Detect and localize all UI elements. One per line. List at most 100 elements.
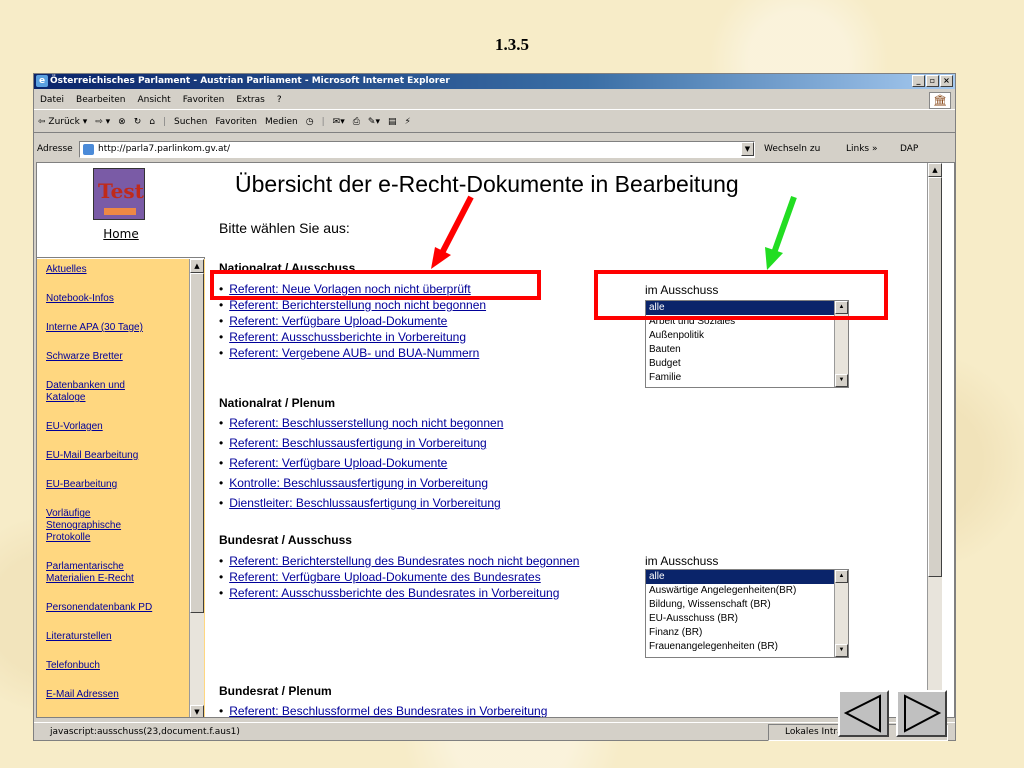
home-link[interactable]: Home [37, 227, 205, 241]
sidebar-item-datenbanken[interactable]: Datenbanken und Kataloge [46, 380, 146, 404]
list-item[interactable]: Referent: Beschlussformel des Bundesrate… [219, 703, 547, 717]
home-icon[interactable]: ⌂ [149, 111, 155, 132]
list-item[interactable]: Kontrolle: Beschlussausfertigung in Vorb… [219, 475, 503, 491]
scroll-down-icon[interactable]: ▼ [835, 644, 848, 657]
listbox-option[interactable]: Frauenangelegenheiten (BR) [646, 640, 848, 654]
sidebar-item-aktuelles[interactable]: Aktuelles [46, 264, 186, 276]
menu-help[interactable]: ? [277, 91, 282, 109]
listbox-option[interactable]: Finanz (BR) [646, 626, 848, 640]
scroll-up-icon[interactable]: ▲ [190, 259, 204, 273]
scroll-down-icon[interactable]: ▼ [835, 374, 848, 387]
sidebar-scrollbar[interactable]: ▲ ▼ [189, 259, 204, 717]
maximize-button[interactable]: ▫ [926, 75, 939, 87]
messenger-icon[interactable]: ⚡ [405, 111, 411, 132]
sidebar-item-email-adressen[interactable]: E-Mail Adressen [46, 689, 186, 701]
next-arrow-icon [904, 694, 942, 733]
br-plenum-links: Referent: Beschlussformel des Bundesrate… [219, 703, 547, 717]
menu-datei[interactable]: Datei [40, 91, 64, 109]
main-scrollbar[interactable]: ▲ [927, 163, 942, 717]
sidebar-item-protokolle[interactable]: Vorläufige Stenographische Protokolle [46, 508, 141, 544]
scroll-up-icon[interactable]: ▲ [835, 570, 848, 583]
sidebar-item-personendatenbank[interactable]: Personendatenbank PD [46, 602, 186, 614]
menu-bearbeiten[interactable]: Bearbeiten [76, 91, 125, 109]
menubar: Datei Bearbeiten Ansicht Favoriten Extra… [34, 91, 955, 110]
scroll-thumb[interactable] [928, 177, 942, 577]
listbox-option[interactable]: EU-Ausschuss (BR) [646, 612, 848, 626]
forward-button[interactable]: ⇨ ▾ [95, 111, 110, 132]
dap-button[interactable]: DAP [900, 140, 918, 159]
sidebar-nav: Aktuelles Notebook-Infos Interne APA (30… [37, 259, 205, 717]
br-ausschuss-links: Referent: Berichterstellung des Bundesra… [219, 553, 579, 601]
refresh-icon[interactable]: ↻ [134, 111, 142, 132]
back-button[interactable]: ⇦ Zurück ▾ [38, 111, 87, 132]
favorites-button[interactable]: Favoriten [215, 111, 257, 132]
mail-icon[interactable]: ✉▾ [333, 111, 345, 132]
menu-extras[interactable]: Extras [236, 91, 264, 109]
menu-favoriten[interactable]: Favoriten [183, 91, 225, 109]
window-title: Österreichisches Parlament - Austrian Pa… [50, 76, 450, 86]
test-logo-text: Test [98, 179, 144, 203]
sidebar-item-eu-mail[interactable]: EU-Mail Bearbeitung [46, 450, 186, 462]
address-label: Adresse [37, 144, 73, 154]
sidebar-item-materialien[interactable]: Parlamentarische Materialien E-Recht [46, 561, 156, 585]
links-button[interactable]: Links » [846, 140, 878, 159]
committee-label-br: im Ausschuss [645, 554, 719, 568]
next-slide-button[interactable] [896, 690, 947, 737]
sidebar-item-eu-vorlagen[interactable]: EU-Vorlagen [46, 421, 186, 433]
list-item[interactable]: Referent: Verfügbare Upload-Dokumente [219, 313, 486, 329]
media-button[interactable]: Medien [265, 111, 298, 132]
history-icon[interactable]: ◷ [306, 111, 314, 132]
sidebar-item-telefonbuch[interactable]: Telefonbuch [46, 660, 186, 672]
scroll-thumb[interactable] [190, 273, 204, 613]
list-item[interactable]: Referent: Verfügbare Upload-Dokumente de… [219, 569, 579, 585]
go-button[interactable]: Wechseln zu [764, 140, 820, 159]
list-item[interactable]: Dienstleiter: Beschlussausfertigung in V… [219, 495, 503, 511]
list-item[interactable]: Referent: Berichterstellung des Bundesra… [219, 553, 579, 569]
listbox-scrollbar[interactable]: ▲ ▼ [834, 570, 848, 657]
sidebar-item-schwarze-bretter[interactable]: Schwarze Bretter [46, 351, 186, 363]
highlight-box-select [594, 270, 888, 320]
page-content: Test Home Aktuelles Notebook-Infos Inter… [36, 162, 955, 718]
test-logo[interactable]: Test [93, 168, 145, 220]
address-dropdown-icon[interactable]: ▼ [741, 142, 754, 156]
list-item[interactable]: Referent: Verfügbare Upload-Dokumente [219, 455, 503, 471]
list-item[interactable]: Referent: Beschlussausfertigung in Vorbe… [219, 435, 503, 451]
listbox-option[interactable]: Außenpolitik [646, 329, 848, 343]
window-titlebar: e Österreichisches Parlament - Austrian … [34, 74, 955, 89]
nr-plenum-links: Referent: Beschlusserstellung noch nicht… [219, 415, 503, 511]
main-frame: Übersicht der e-Recht-Dokumente in Bearb… [207, 163, 942, 717]
listbox-option[interactable]: Auswärtige Angelegenheiten(BR) [646, 584, 848, 598]
search-button[interactable]: Suchen [174, 111, 207, 132]
minimize-button[interactable]: _ [912, 75, 925, 87]
sidebar-item-interne-apa[interactable]: Interne APA (30 Tage) [46, 322, 186, 334]
listbox-option[interactable]: Bauten [646, 343, 848, 357]
statusbar: javascript:ausschuss(23,document.f.aus1)… [34, 722, 955, 741]
listbox-option[interactable]: Bildung, Wissenschaft (BR) [646, 598, 848, 612]
browser-window: e Österreichisches Parlament - Austrian … [33, 73, 956, 741]
section-title-br-plenum: Bundesrat / Plenum [219, 684, 332, 698]
listbox-option[interactable]: alle [646, 570, 848, 584]
scroll-up-icon[interactable]: ▲ [928, 163, 942, 177]
list-item[interactable]: Referent: Ausschussberichte in Vorbereit… [219, 329, 486, 345]
scroll-down-icon[interactable]: ▼ [190, 705, 204, 717]
stop-icon[interactable]: ⊗ [118, 111, 126, 132]
menu-ansicht[interactable]: Ansicht [137, 91, 170, 109]
list-item[interactable]: Referent: Vergebene AUB- und BUA-Nummern [219, 345, 486, 361]
edit-icon[interactable]: ✎▾ [368, 111, 380, 132]
window-controls: _ ▫ × [912, 75, 953, 87]
print-icon[interactable]: ⎙ [353, 111, 360, 132]
list-item[interactable]: Referent: Ausschussberichte des Bundesra… [219, 585, 579, 601]
green-arrow-icon [765, 195, 797, 270]
sidebar-item-eu-bearbeitung[interactable]: EU-Bearbeitung [46, 479, 186, 491]
section-title-nr-plenum: Nationalrat / Plenum [219, 396, 336, 410]
sidebar-item-literaturstellen[interactable]: Literaturstellen [46, 631, 186, 643]
close-button[interactable]: × [940, 75, 953, 87]
listbox-option[interactable]: Budget [646, 357, 848, 371]
prev-slide-button[interactable] [838, 690, 889, 737]
address-input[interactable]: http://parla7.parlinkom.gv.at/ [79, 141, 755, 158]
discuss-icon[interactable]: ▤ [388, 111, 397, 132]
committee-listbox-br[interactable]: alle Auswärtige Angelegenheiten(BR) Bild… [645, 569, 849, 658]
sidebar-item-notebook-infos[interactable]: Notebook-Infos [46, 293, 186, 305]
list-item[interactable]: Referent: Beschlusserstellung noch nicht… [219, 415, 503, 431]
listbox-option[interactable]: Familie [646, 371, 848, 385]
